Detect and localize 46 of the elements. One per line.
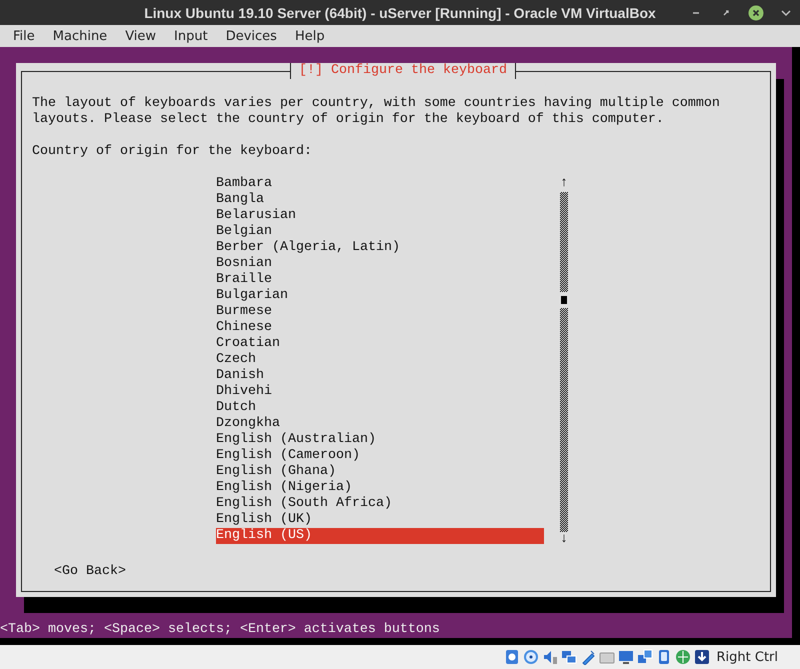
download-icon[interactable] <box>694 649 710 665</box>
scrollbar-thumb[interactable] <box>561 296 567 304</box>
menu-item[interactable]: View <box>116 28 166 44</box>
network-icon[interactable] <box>560 649 576 665</box>
list-item[interactable]: Bulgarian <box>216 288 544 304</box>
scroll-down-arrow[interactable]: ↓ <box>560 532 568 548</box>
menu-item[interactable]: Devices <box>216 28 286 44</box>
list-item[interactable]: English (South Africa) <box>216 496 544 512</box>
description-text: The layout of keyboards varies per country, with some countries having multiple common layouts. Please select the country of origin for the keyboard of this computer. <box>32 96 721 128</box>
menu-item[interactable]: Help <box>286 28 334 44</box>
list-item[interactable]: English (Nigeria) <box>216 480 544 496</box>
list-item[interactable]: Croatian <box>216 336 544 352</box>
go-back-button[interactable]: <Go Back> <box>54 564 126 580</box>
window-title: Linux Ubuntu 19.10 Server (64bit) - uServer [Running] - Oracle VM VirtualBox <box>144 4 656 20</box>
windows-icon[interactable] <box>636 649 652 665</box>
optical-disc-icon[interactable] <box>522 649 538 665</box>
list-item[interactable]: Czech <box>216 352 544 368</box>
list-item[interactable]: Danish <box>216 368 544 384</box>
list-item[interactable]: English (US) <box>216 528 544 544</box>
close-icon[interactable] <box>748 4 764 20</box>
list-item[interactable]: Dhivehi <box>216 384 544 400</box>
scroll-up-arrow[interactable]: ↑ <box>560 176 568 192</box>
list-item[interactable]: Belarusian <box>216 208 544 224</box>
menu-item[interactable]: File <box>4 28 44 44</box>
list-item[interactable]: English (Australian) <box>216 432 544 448</box>
list-item[interactable]: Bosnian <box>216 256 544 272</box>
audio-icon[interactable] <box>542 649 558 665</box>
list-item[interactable]: English (Ghana) <box>216 464 544 480</box>
list-item[interactable]: Dzongkha <box>216 416 544 432</box>
console-hint: <Tab> moves; <Space> selects; <Enter> activates buttons <box>0 622 441 638</box>
menu-item[interactable]: Input <box>165 28 217 44</box>
prompt-label: Country of origin for the keyboard: <box>32 144 313 160</box>
list-item[interactable]: Braille <box>216 272 544 288</box>
list-item[interactable]: English (Cameroon) <box>216 448 544 464</box>
list-item[interactable]: Burmese <box>216 304 544 320</box>
monitor-icon[interactable] <box>618 649 634 665</box>
list-item[interactable]: Bangla <box>216 192 544 208</box>
menu-item[interactable]: Machine <box>44 28 116 44</box>
list-item[interactable]: English (UK) <box>216 512 544 528</box>
list-item[interactable]: Chinese <box>216 320 544 336</box>
list-item[interactable]: Bambara <box>216 176 544 192</box>
dialog-title: [!] Configure the keyboard <box>290 63 516 79</box>
list-item[interactable]: Belgian <box>216 224 544 240</box>
list-item[interactable]: Dutch <box>216 400 544 416</box>
list-item[interactable]: Berber (Algeria, Latin) <box>216 240 544 256</box>
host-key-label: Right Ctrl <box>716 650 778 664</box>
